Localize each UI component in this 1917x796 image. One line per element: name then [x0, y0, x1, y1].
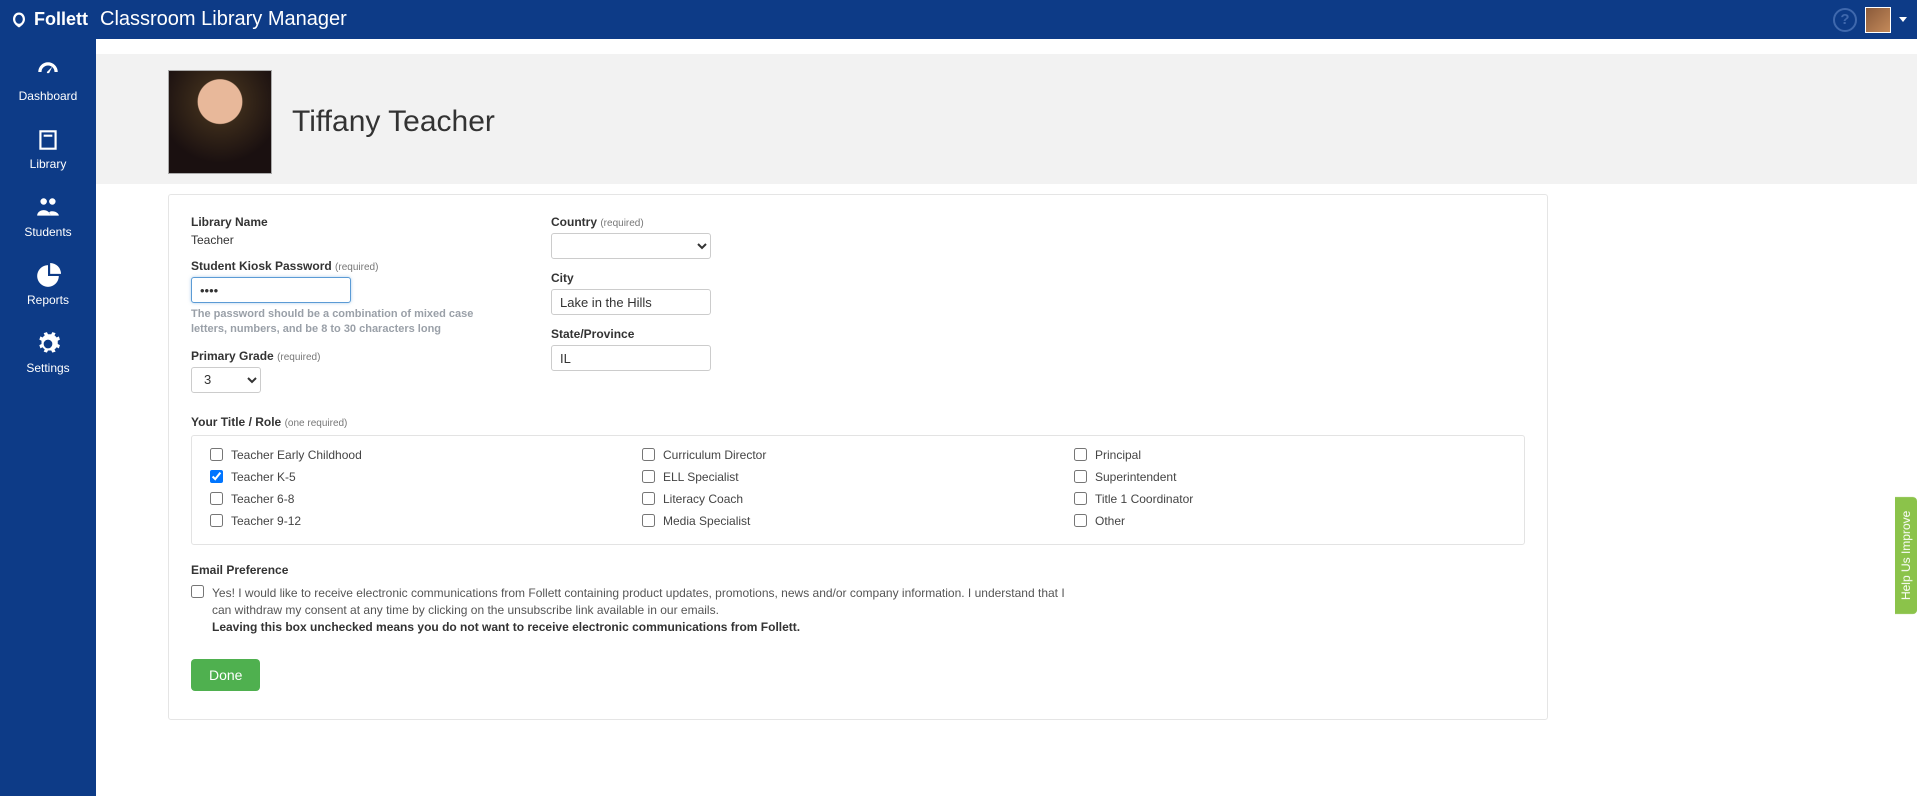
sidebar: Dashboard Library Students Reports Setti… — [0, 39, 96, 796]
role-row: Title 1 Coordinator — [1074, 492, 1506, 506]
role-label: Principal — [1095, 448, 1141, 462]
role-checkbox[interactable] — [642, 492, 655, 505]
sidebar-item-dashboard[interactable]: Dashboard — [0, 49, 96, 117]
role-checkbox[interactable] — [210, 470, 223, 483]
profile-header: Tiffany Teacher — [96, 54, 1917, 184]
role-label: Title 1 Coordinator — [1095, 492, 1193, 506]
role-checkbox[interactable] — [210, 492, 223, 505]
sidebar-item-reports[interactable]: Reports — [0, 253, 96, 321]
sidebar-item-label: Settings — [26, 361, 69, 375]
role-label: Teacher 9-12 — [231, 514, 301, 528]
role-row: Curriculum Director — [642, 448, 1074, 462]
sidebar-item-label: Library — [30, 157, 67, 171]
role-row: Teacher 6-8 — [210, 492, 642, 506]
email-pref-label: Email Preference — [191, 563, 1525, 577]
top-navbar: Follett Classroom Library Manager ? — [0, 0, 1917, 39]
library-name-label: Library Name — [191, 215, 511, 229]
email-pref-checkbox[interactable] — [191, 585, 204, 598]
sidebar-item-students[interactable]: Students — [0, 185, 96, 253]
role-row: Principal — [1074, 448, 1506, 462]
role-row: Media Specialist — [642, 514, 1074, 528]
role-label: Teacher Early Childhood — [231, 448, 362, 462]
settings-form: Library Name Teacher Student Kiosk Passw… — [168, 194, 1548, 720]
role-label: Literacy Coach — [663, 492, 743, 506]
country-select[interactable] — [551, 233, 711, 259]
role-checkbox[interactable] — [642, 514, 655, 527]
sidebar-item-settings[interactable]: Settings — [0, 321, 96, 389]
country-label: Country (required) — [551, 215, 871, 229]
students-icon — [35, 195, 61, 221]
brand-name: Follett — [34, 9, 88, 30]
kiosk-password-input[interactable] — [191, 277, 351, 303]
role-label: ELL Specialist — [663, 470, 739, 484]
kiosk-password-label: Student Kiosk Password (required) — [191, 259, 511, 273]
sidebar-item-library[interactable]: Library — [0, 117, 96, 185]
role-checkbox[interactable] — [642, 448, 655, 461]
role-label: Media Specialist — [663, 514, 750, 528]
sidebar-item-label: Reports — [27, 293, 69, 307]
primary-grade-label: Primary Grade (required) — [191, 349, 511, 363]
profile-photo — [168, 70, 272, 174]
role-row: Other — [1074, 514, 1506, 528]
role-checkbox[interactable] — [210, 514, 223, 527]
role-checkbox[interactable] — [210, 448, 223, 461]
state-label: State/Province — [551, 327, 871, 341]
role-checkbox[interactable] — [1074, 492, 1087, 505]
user-avatar[interactable] — [1865, 7, 1891, 33]
primary-grade-select[interactable]: 3 — [191, 367, 261, 393]
state-input[interactable] — [551, 345, 711, 371]
role-section-label: Your Title / Role (one required) — [191, 415, 1525, 429]
role-label: Other — [1095, 514, 1125, 528]
library-name-value: Teacher — [191, 233, 511, 247]
dashboard-icon — [35, 59, 61, 85]
roles-box: Teacher Early Childhood Teacher K-5 Teache… — [191, 435, 1525, 545]
city-label: City — [551, 271, 871, 285]
sidebar-item-label: Students — [24, 225, 71, 239]
user-menu-caret-icon[interactable] — [1899, 17, 1907, 22]
role-checkbox[interactable] — [1074, 514, 1087, 527]
role-row: Teacher K-5 — [210, 470, 642, 484]
app-title: Classroom Library Manager — [100, 8, 347, 31]
role-label: Curriculum Director — [663, 448, 766, 462]
reports-icon — [35, 263, 61, 289]
role-row: Superintendent — [1074, 470, 1506, 484]
library-icon — [35, 127, 61, 153]
brand-logo[interactable]: Follett Classroom Library Manager — [10, 8, 347, 31]
role-label: Teacher 6-8 — [231, 492, 294, 506]
role-row: Literacy Coach — [642, 492, 1074, 506]
done-button[interactable]: Done — [191, 659, 260, 691]
role-row: Teacher Early Childhood — [210, 448, 642, 462]
role-checkbox[interactable] — [642, 470, 655, 483]
profile-name: Tiffany Teacher — [292, 105, 495, 139]
main-content: Tiffany Teacher Library Name Teacher Stu… — [96, 39, 1917, 796]
role-row: Teacher 9-12 — [210, 514, 642, 528]
follett-logo-icon — [10, 11, 28, 29]
help-icon[interactable]: ? — [1833, 8, 1857, 32]
city-input[interactable] — [551, 289, 711, 315]
kiosk-password-hint: The password should be a combination of … — [191, 307, 491, 337]
role-checkbox[interactable] — [1074, 448, 1087, 461]
settings-icon — [35, 331, 61, 357]
sidebar-item-label: Dashboard — [19, 89, 78, 103]
email-pref-text: Yes! I would like to receive electronic … — [212, 585, 1071, 637]
feedback-tab[interactable]: Help Us Improve — [1895, 496, 1917, 613]
role-checkbox[interactable] — [1074, 470, 1087, 483]
role-row: ELL Specialist — [642, 470, 1074, 484]
role-label: Teacher K-5 — [231, 470, 296, 484]
role-label: Superintendent — [1095, 470, 1176, 484]
